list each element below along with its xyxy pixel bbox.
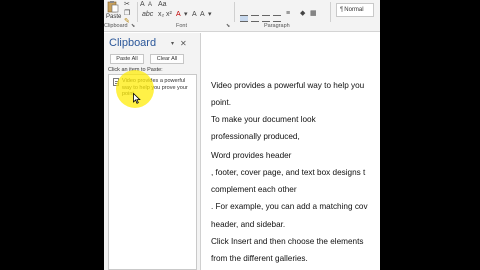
paragraph-group-label: Paragraph xyxy=(264,23,290,29)
font-color-icon[interactable]: A xyxy=(176,11,181,19)
borders-icon[interactable]: ▦ xyxy=(310,10,317,18)
document-line[interactable]: Video provides a powerful way to help yo… xyxy=(211,81,364,90)
document-line[interactable]: point. xyxy=(211,98,231,107)
close-icon[interactable]: ✕ xyxy=(180,39,187,48)
document-line[interactable]: header, and sidebar. xyxy=(211,220,285,229)
document-page[interactable]: Video provides a powerful way to help yo… xyxy=(202,33,380,270)
dialog-launcher-icon[interactable]: ⬊ xyxy=(226,23,230,29)
document-line[interactable]: To make your document look xyxy=(211,115,316,124)
style-normal[interactable]: ¶Normal xyxy=(336,3,374,17)
copy-icon[interactable]: ❐ xyxy=(124,10,130,18)
paste-all-button[interactable]: Paste All xyxy=(110,54,144,64)
document-line[interactable]: complement each other xyxy=(211,185,297,194)
document-line[interactable]: professionally produced, xyxy=(211,132,300,141)
ribbon: Paste ✂ ❐ ✎ A A Aa abc x₂ x² A ▾ A A ▾ ≡… xyxy=(104,0,380,32)
pane-options-icon[interactable]: ▾ xyxy=(171,40,174,47)
document-line[interactable]: from the different galleries. xyxy=(211,254,308,263)
chevron-down-icon[interactable]: ▾ xyxy=(184,11,188,19)
clipboard-group-label: Clipboard xyxy=(104,23,128,29)
align-left-icon[interactable] xyxy=(240,15,248,22)
font-size-down-icon[interactable]: A xyxy=(148,1,152,9)
line-spacing-icon[interactable]: ≡ xyxy=(286,10,290,18)
text-effects-icon[interactable]: A xyxy=(192,11,197,19)
style-normal-label: Normal xyxy=(344,7,364,13)
clipboard-item-list: Video provides a powerful way to help yo… xyxy=(108,74,197,270)
ribbon-separator xyxy=(137,2,138,22)
alignment-buttons xyxy=(240,9,300,22)
document-line[interactable]: Word provides header xyxy=(211,151,291,160)
shading-icon[interactable]: ◆ xyxy=(300,10,305,18)
chevron-down-icon[interactable]: ▾ xyxy=(208,11,212,19)
strikethrough-icon[interactable]: abc xyxy=(142,11,153,19)
font-group-label: Font xyxy=(176,23,188,29)
document-line[interactable]: . For example, you can add a matching co… xyxy=(211,202,368,211)
ribbon-separator xyxy=(330,2,331,22)
align-right-icon[interactable] xyxy=(262,15,270,22)
clipboard-pane-title: Clipboard xyxy=(109,37,157,49)
align-center-icon[interactable] xyxy=(251,15,259,22)
dialog-launcher-icon[interactable]: ⬊ xyxy=(131,23,135,29)
cut-icon[interactable]: ✂ xyxy=(124,1,130,9)
clipboard-pane: Clipboard ▾ ✕ Paste All Clear All Click … xyxy=(104,33,201,270)
superscript-icon[interactable]: x² xyxy=(166,11,172,19)
paste-label[interactable]: Paste xyxy=(106,14,121,20)
paste-icon xyxy=(107,1,119,13)
clear-all-button[interactable]: Clear All xyxy=(150,54,184,64)
pilcrow-icon: ¶ xyxy=(340,7,344,13)
justify-icon[interactable] xyxy=(273,15,281,22)
subscript-icon[interactable]: x₂ xyxy=(158,11,164,19)
word-window: Paste ✂ ❐ ✎ A A Aa abc x₂ x² A ▾ A A ▾ ≡… xyxy=(104,0,380,270)
document-line[interactable]: Click Insert and then choose the element… xyxy=(211,237,363,246)
font-size-up-icon[interactable]: A xyxy=(140,1,145,9)
ribbon-separator xyxy=(234,2,235,22)
document-line[interactable]: , footer, cover page, and text box desig… xyxy=(211,168,365,177)
change-case-icon[interactable]: Aa xyxy=(158,1,167,9)
clear-format-icon[interactable]: A xyxy=(200,11,205,19)
